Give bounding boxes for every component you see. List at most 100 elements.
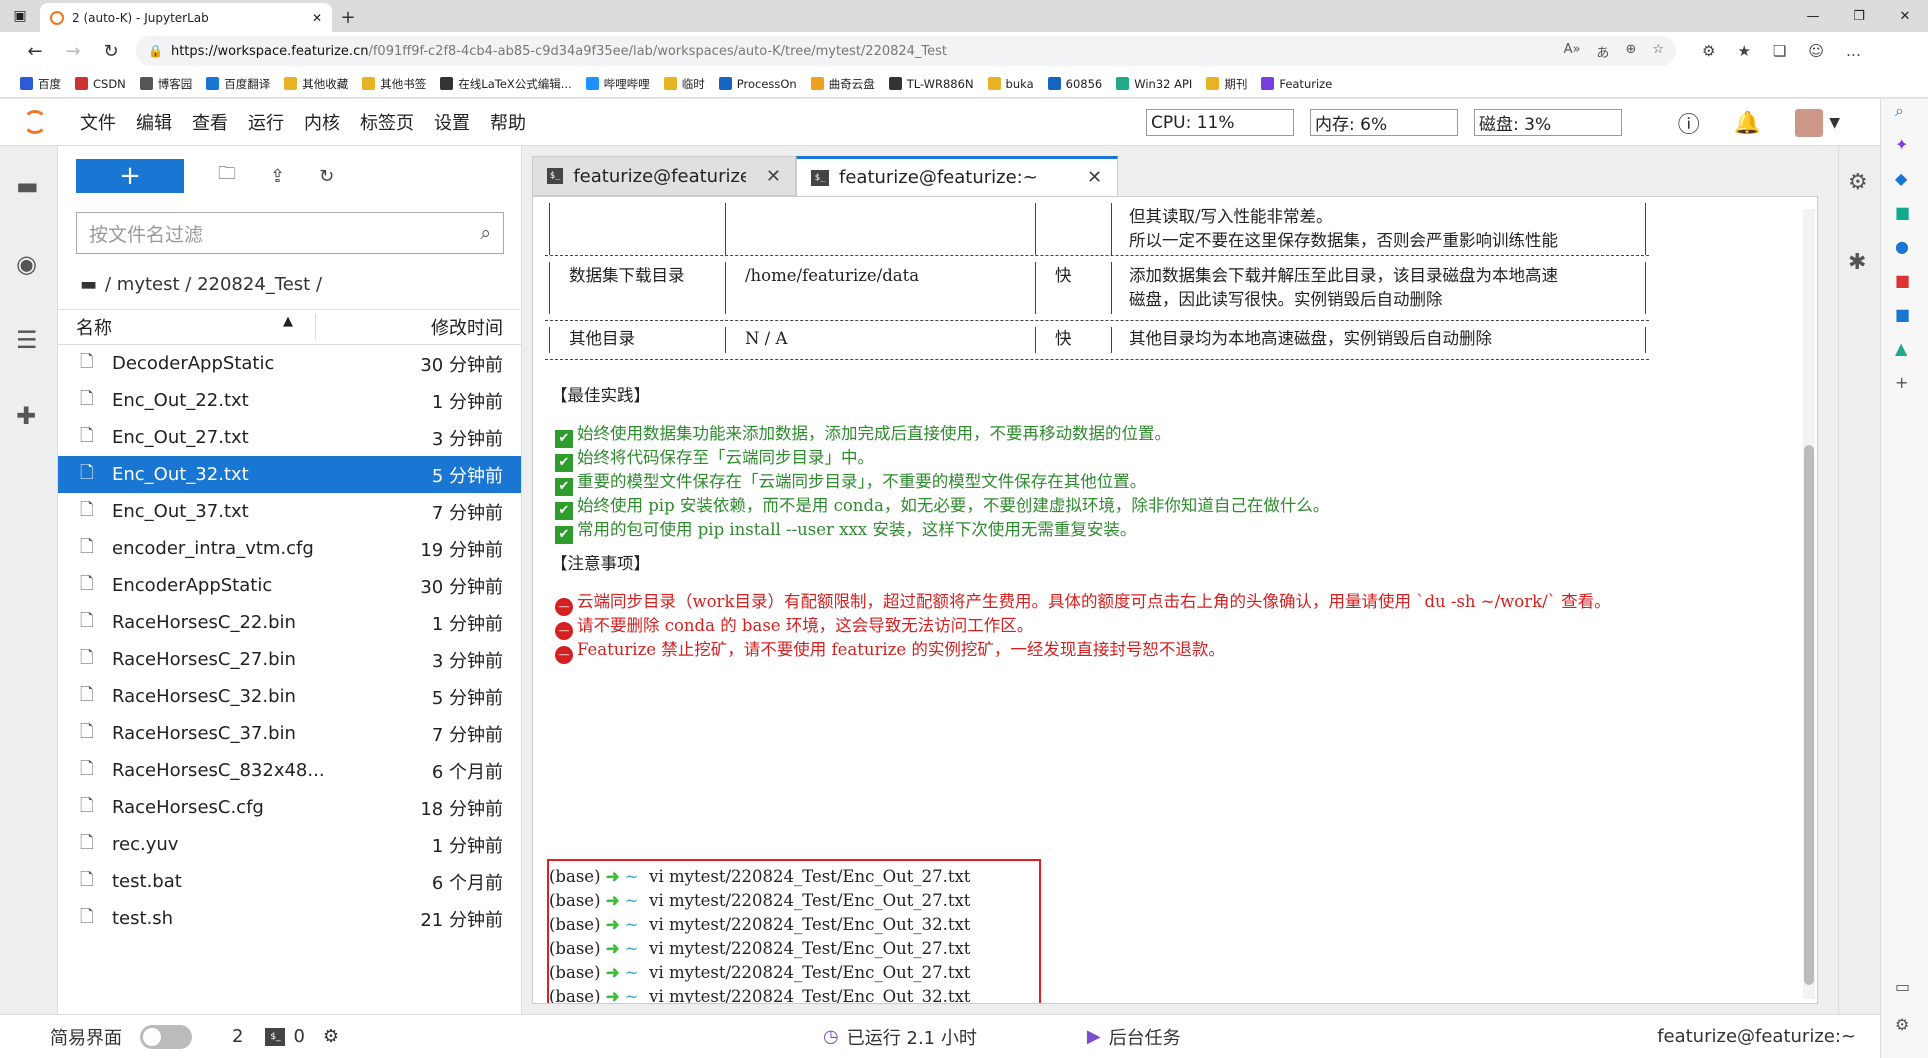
file-filter-input[interactable]: 按文件名过滤 ⌕ xyxy=(76,212,504,254)
menu-tabs[interactable]: 标签页 xyxy=(350,109,424,135)
file-row[interactable]: 🗋 rec.yuv 1 分钟前 xyxy=(58,826,521,863)
background-tasks[interactable]: 后台任务 xyxy=(1109,1024,1181,1050)
new-launcher-button[interactable]: + xyxy=(76,159,184,193)
extensions-icon[interactable]: ⚙ xyxy=(1702,42,1715,60)
bookmark-item[interactable]: Win32 API xyxy=(1116,77,1192,91)
avatar[interactable] xyxy=(1795,109,1824,137)
upload-icon[interactable]: ⇪ xyxy=(270,166,285,187)
refresh-icon[interactable]: ↻ xyxy=(319,166,334,187)
close-window-icon[interactable]: ✕ xyxy=(1882,0,1928,32)
file-row[interactable]: 🗋 Enc_Out_22.txt 1 分钟前 xyxy=(58,382,521,419)
modified-column-header[interactable]: 修改时间 xyxy=(316,314,521,340)
back-icon[interactable]: ← xyxy=(16,34,54,68)
file-row[interactable]: 🗋 encoder_intra_vtm.cfg 19 分钟前 xyxy=(58,530,521,567)
menu-kernel[interactable]: 内核 xyxy=(294,109,350,135)
menu-file[interactable]: 文件 xyxy=(70,109,126,135)
bookmark-item[interactable]: ProcessOn xyxy=(718,77,797,91)
bookmark-item[interactable]: buka xyxy=(987,77,1034,91)
games-icon[interactable]: ● xyxy=(1895,237,1909,256)
browser-tab[interactable]: 2 (auto-K) - JupyterLab ✕ xyxy=(40,3,332,32)
add-icon[interactable]: + xyxy=(1895,373,1908,392)
new-tab-button[interactable]: + xyxy=(332,3,364,32)
bookmark-item[interactable]: 博客园 xyxy=(139,76,192,92)
menu-help[interactable]: 帮助 xyxy=(480,109,536,135)
breadcrumb-path[interactable]: / mytest / 220824_Test / xyxy=(105,274,322,295)
file-row[interactable]: 🗋 RaceHorsesC.cfg 18 分钟前 xyxy=(58,789,521,826)
bookmark-item[interactable]: 百度 xyxy=(20,76,61,92)
scroll-thumb[interactable] xyxy=(1804,445,1814,985)
bookmark-item[interactable]: 百度翻译 xyxy=(206,76,270,92)
read-aloud-icon[interactable]: A» xyxy=(1564,42,1581,61)
terminal-count[interactable]: 0 xyxy=(293,1026,304,1047)
file-row[interactable]: 🗋 RaceHorsesC_22.bin 1 分钟前 xyxy=(58,604,521,641)
favorite-icon[interactable]: ☆ xyxy=(1652,42,1664,61)
settings-gear-icon[interactable]: ⚙ xyxy=(1895,1015,1909,1034)
bookmark-item[interactable]: 临时 xyxy=(663,76,705,92)
terminal-scrollbar[interactable] xyxy=(1803,209,1815,999)
url-field[interactable]: 🔒 https://workspace.featurize.cn/f091ff9… xyxy=(136,36,1676,66)
file-row[interactable]: 🗋 RaceHorsesC_832x48... 6 个月前 xyxy=(58,752,521,789)
file-row[interactable]: 🗋 Enc_Out_32.txt 5 分钟前 xyxy=(58,456,521,493)
bookmark-item[interactable]: 哔哩哔哩 xyxy=(585,76,650,92)
tab-terminal-2[interactable]: $_ featurize@featurize:~ ✕ xyxy=(796,156,1118,196)
tools-icon[interactable]: ■ xyxy=(1895,203,1910,222)
zoom-icon[interactable]: ⊕ xyxy=(1625,42,1636,61)
folder-icon[interactable]: ▬ xyxy=(16,172,39,200)
menu-view[interactable]: 查看 xyxy=(182,109,238,135)
notification-bell-icon[interactable]: 🔔 xyxy=(1734,111,1761,136)
copilot-icon[interactable]: ✦ xyxy=(1895,135,1908,154)
shopping-icon[interactable]: ◆ xyxy=(1895,169,1907,188)
simple-mode-toggle[interactable] xyxy=(140,1024,192,1049)
user-menu[interactable]: ▼ xyxy=(1795,109,1840,137)
outlook-icon[interactable]: ■ xyxy=(1895,305,1910,324)
folder-icon[interactable]: ▬ xyxy=(80,274,97,295)
close-icon[interactable]: ✕ xyxy=(1087,167,1102,188)
bookmark-item[interactable]: 其他书签 xyxy=(362,76,426,92)
bookmark-item[interactable]: Featurize xyxy=(1261,77,1332,91)
reload-icon[interactable]: ↻ xyxy=(92,34,130,68)
new-folder-icon[interactable]: 🗀 xyxy=(218,161,236,191)
terminal[interactable]: 但其读取/写入性能非常差。 所以一定不要在这里保存数据集，否则会严重影响训练性能… xyxy=(532,196,1818,1004)
bookmark-item[interactable]: 期刊 xyxy=(1206,76,1247,92)
debugger-icon[interactable]: ✱ xyxy=(1848,250,1866,275)
menu-settings[interactable]: 设置 xyxy=(424,109,480,135)
help-icon[interactable]: ⓘ xyxy=(1678,107,1700,139)
favorites-icon[interactable]: ★ xyxy=(1737,42,1750,60)
bookmark-item[interactable]: CSDN xyxy=(75,77,126,91)
minimize-icon[interactable]: — xyxy=(1790,0,1836,32)
running-icon[interactable]: ◉ xyxy=(16,250,37,278)
menu-run[interactable]: 运行 xyxy=(238,109,294,135)
forward-icon[interactable]: → xyxy=(54,34,92,68)
kernel-count[interactable]: 2 xyxy=(232,1026,243,1047)
bookmark-item[interactable]: TL-WR886N xyxy=(888,77,974,91)
profile-icon[interactable]: ☺ xyxy=(1808,42,1824,60)
file-row[interactable]: 🗋 Enc_Out_27.txt 3 分钟前 xyxy=(58,419,521,456)
extensions-puzzle-icon[interactable]: ✚ xyxy=(16,402,36,430)
kernel-gear-icon[interactable]: ⚙ xyxy=(323,1026,339,1047)
file-row[interactable]: 🗋 DecoderAppStatic 30 分钟前 xyxy=(58,345,521,382)
collections-icon[interactable]: ❏ xyxy=(1773,42,1786,60)
file-row[interactable]: 🗋 EncoderAppStatic 30 分钟前 xyxy=(58,567,521,604)
tab-terminal-1[interactable]: $_ featurize@featurize:~/mytes ✕ xyxy=(532,156,796,196)
file-row[interactable]: 🗋 RaceHorsesC_37.bin 7 分钟前 xyxy=(58,715,521,752)
property-inspector-icon[interactable]: ⚙ xyxy=(1848,170,1868,195)
file-row[interactable]: 🗋 RaceHorsesC_32.bin 5 分钟前 xyxy=(58,678,521,715)
office-icon[interactable]: ■ xyxy=(1895,271,1910,290)
search-icon[interactable]: ⌕ xyxy=(1895,101,1904,121)
file-row[interactable]: 🗋 Enc_Out_37.txt 7 分钟前 xyxy=(58,493,521,530)
more-icon[interactable]: … xyxy=(1846,42,1861,60)
table-of-contents-icon[interactable]: ☰ xyxy=(16,326,38,354)
translate-icon[interactable]: あ xyxy=(1596,42,1609,61)
bookmark-item[interactable]: 其他收藏 xyxy=(284,76,348,92)
bookmark-item[interactable]: 60856 xyxy=(1047,77,1102,91)
file-row[interactable]: 🗋 test.sh 21 分钟前 xyxy=(58,900,521,937)
name-column-header[interactable]: 名称 ▲ xyxy=(58,314,316,340)
restore-icon[interactable]: ❐ xyxy=(1836,0,1882,32)
close-icon[interactable]: ✕ xyxy=(766,166,781,187)
bookmark-item[interactable]: 在线LaTeX公式编辑... xyxy=(440,76,572,92)
file-row[interactable]: 🗋 RaceHorsesC_27.bin 3 分钟前 xyxy=(58,641,521,678)
bookmark-item[interactable]: 曲奇云盘 xyxy=(810,76,875,92)
tree-icon[interactable]: ▲ xyxy=(1895,339,1907,358)
close-tab-icon[interactable]: ✕ xyxy=(312,11,322,25)
tab-actions-icon[interactable]: ▣ xyxy=(0,0,40,32)
